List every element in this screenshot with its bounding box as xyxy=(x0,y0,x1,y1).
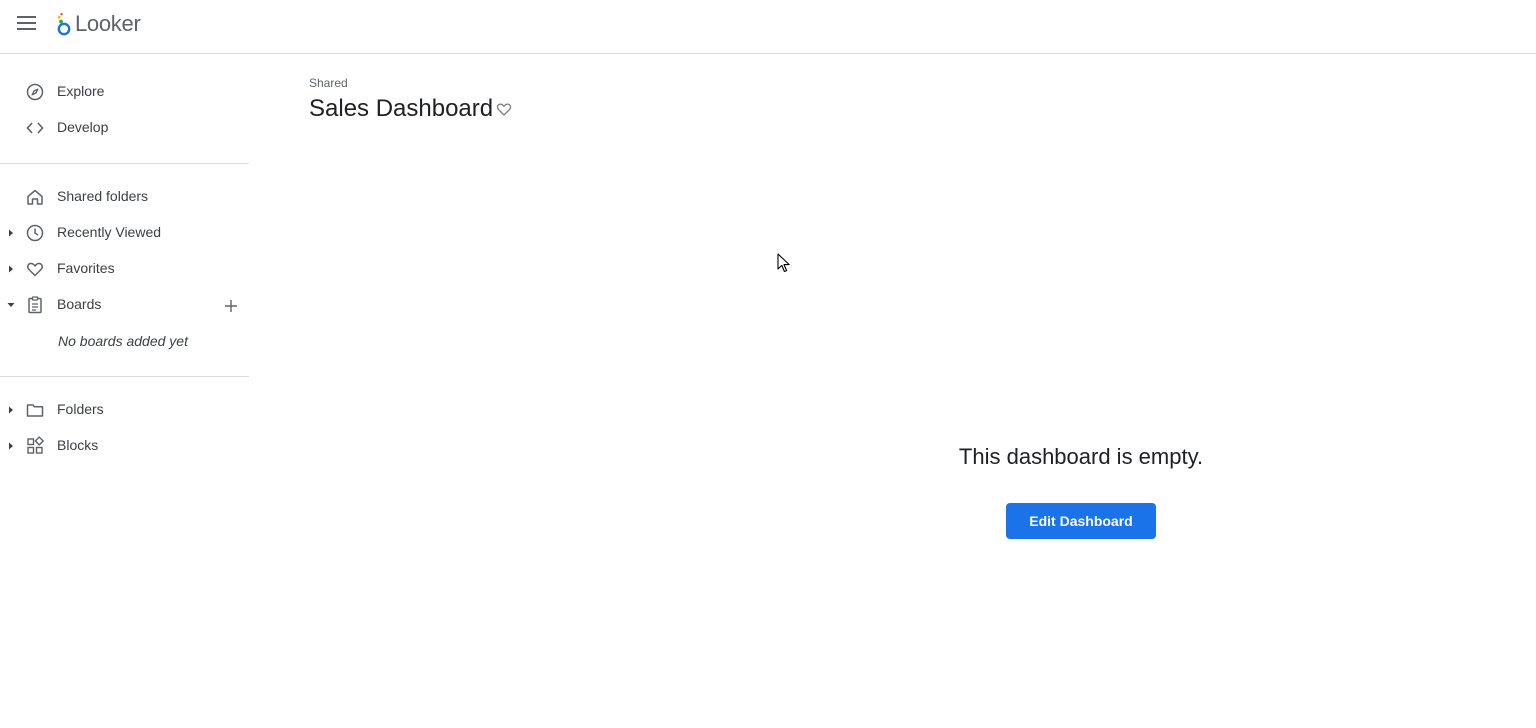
sidebar-item-label: Favorites xyxy=(57,260,115,276)
boards-empty-text: No boards added yet xyxy=(58,333,188,349)
caret-right-icon[interactable] xyxy=(6,441,16,451)
caret-down-icon[interactable] xyxy=(6,300,16,310)
empty-dashboard-message: This dashboard is empty. xyxy=(958,444,1204,469)
caret-right-icon[interactable] xyxy=(6,405,16,415)
main-content: Shared Sales Dashboard This dashboard is… xyxy=(249,55,1536,728)
mouse-cursor-icon xyxy=(777,253,790,273)
sidebar-divider xyxy=(0,376,249,377)
plus-icon[interactable] xyxy=(222,297,240,315)
sidebar-item-label: Develop xyxy=(57,119,109,135)
looker-logo-icon xyxy=(57,13,71,36)
sidebar-item-label: Shared folders xyxy=(57,188,149,204)
heart-outline-icon[interactable] xyxy=(495,100,513,118)
logo-text: Looker xyxy=(75,11,141,36)
hamburger-icon[interactable] xyxy=(17,15,37,31)
sidebar-item-recently-viewed[interactable]: Recently Viewed xyxy=(0,215,249,251)
sidebar-item-label: Blocks xyxy=(57,437,99,453)
edit-dashboard-button[interactable]: Edit Dashboard xyxy=(1006,503,1156,539)
sidebar-item-develop[interactable]: Develop xyxy=(0,110,249,146)
sidebar-item-label: Recently Viewed xyxy=(57,224,162,240)
sidebar-item-folders[interactable]: Folders xyxy=(0,392,249,428)
sidebar-item-favorites[interactable]: Favorites xyxy=(0,251,249,287)
code-icon xyxy=(26,122,44,134)
home-icon xyxy=(27,189,43,205)
folder-icon xyxy=(26,404,44,417)
clock-icon xyxy=(26,224,44,242)
sidebar-item-explore[interactable]: Explore xyxy=(0,74,249,110)
sidebar-item-blocks[interactable]: Blocks xyxy=(0,428,249,464)
sidebar-divider xyxy=(0,163,249,164)
breadcrumb[interactable]: Shared xyxy=(309,76,348,90)
top-bar: Looker xyxy=(0,0,1536,54)
sidebar-item-shared-folders[interactable]: Shared folders xyxy=(0,179,249,215)
sidebar-item-boards[interactable]: Boards xyxy=(0,287,249,323)
caret-right-icon[interactable] xyxy=(6,228,16,238)
compass-icon xyxy=(26,83,44,101)
blocks-icon xyxy=(27,436,45,454)
sidebar-item-label: Boards xyxy=(57,296,102,312)
clipboard-icon xyxy=(28,296,42,314)
looker-logo[interactable]: Looker xyxy=(56,10,141,38)
caret-right-icon[interactable] xyxy=(6,264,16,274)
heart-icon xyxy=(27,262,43,277)
sidebar-item-label: Explore xyxy=(57,83,105,99)
sidebar: Explore Develop Shared folders Recently … xyxy=(0,55,249,728)
sidebar-item-label: Folders xyxy=(57,401,104,417)
page-title: Sales Dashboard xyxy=(309,95,494,122)
